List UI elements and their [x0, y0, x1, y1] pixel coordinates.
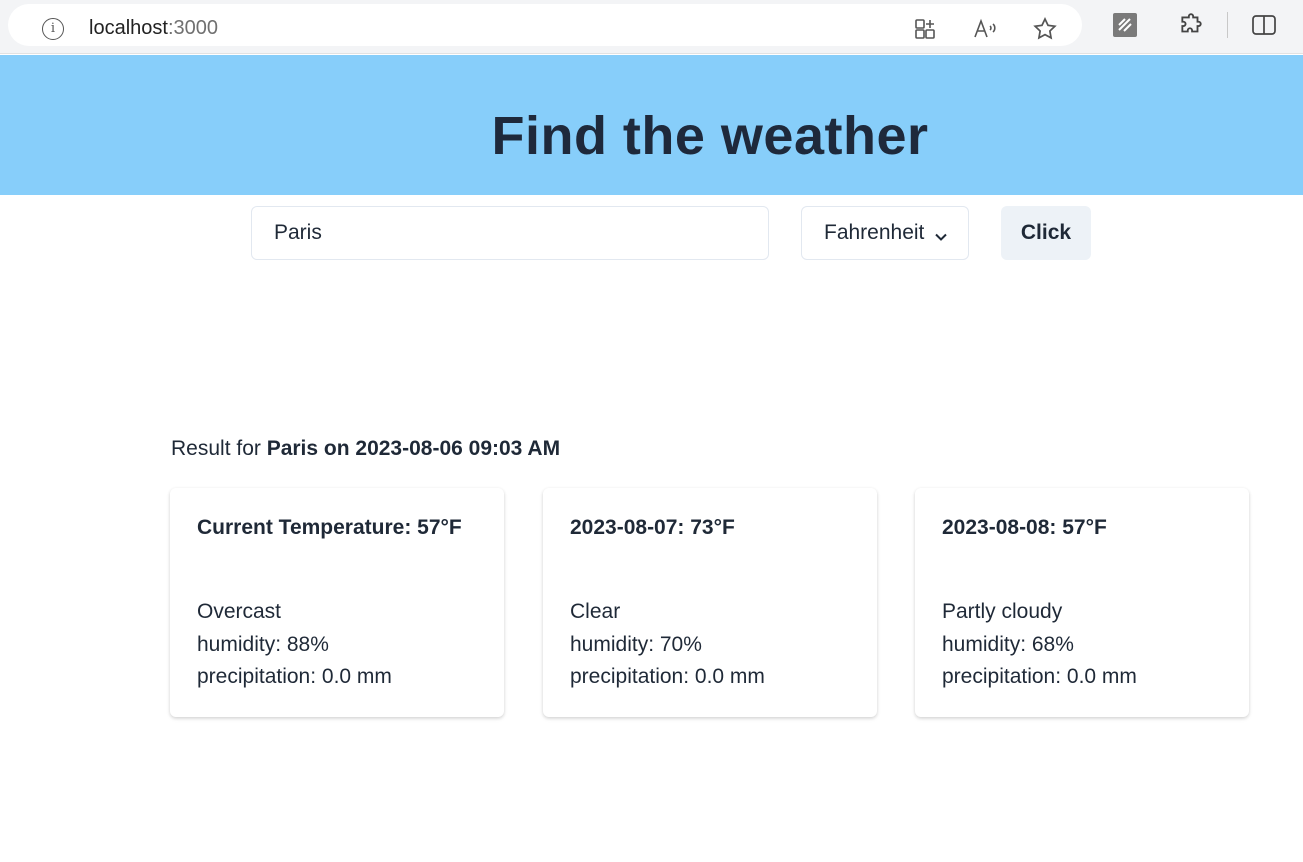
- result-heading: Result for Paris on 2023-08-06 09:03 AM: [171, 437, 561, 460]
- card-precipitation: precipitation: 0.0 mm: [197, 665, 392, 688]
- weather-card-day-2: 2023-08-08: 57°F Partly cloudy humidity:…: [915, 488, 1249, 717]
- card-humidity: humidity: 68%: [942, 632, 1074, 656]
- card-title: 2023-08-07: 73°F: [570, 516, 735, 539]
- card-condition: Overcast: [197, 600, 282, 623]
- url-text[interactable]: localhost:3000: [89, 17, 218, 40]
- city-input[interactable]: [251, 206, 769, 260]
- submit-button[interactable]: Click: [1001, 206, 1091, 260]
- card-humidity: humidity: 70%: [570, 632, 702, 656]
- add-tab-icon[interactable]: [912, 16, 938, 42]
- card-precipitation: precipitation: 0.0 mm: [942, 665, 1137, 688]
- card-precipitation: precipitation: 0.0 mm: [570, 665, 765, 688]
- extension-notes-icon[interactable]: [1112, 12, 1138, 38]
- card-title: Current Temperature: 57°F: [197, 516, 462, 539]
- unit-select-value: Fahrenheit: [824, 221, 925, 244]
- toolbar-divider: [1227, 12, 1228, 38]
- favorite-star-icon[interactable]: [1032, 16, 1058, 42]
- extensions-puzzle-icon[interactable]: [1178, 12, 1204, 38]
- card-condition: Clear: [570, 600, 621, 623]
- read-aloud-icon[interactable]: [972, 16, 998, 42]
- page-header: Find the weather: [0, 55, 1303, 195]
- weather-card-current: Current Temperature: 57°F Overcast humid…: [170, 488, 504, 717]
- card-condition: Partly cloudy: [942, 600, 1063, 623]
- browser-toolbar: i localhost:3000: [0, 0, 1303, 54]
- address-bar[interactable]: i localhost:3000: [8, 4, 1082, 46]
- chevron-down-icon: [934, 226, 948, 250]
- info-icon[interactable]: i: [42, 18, 64, 40]
- page-title: Find the weather: [491, 106, 929, 166]
- unit-select[interactable]: Fahrenheit: [801, 206, 969, 260]
- split-screen-icon[interactable]: [1251, 12, 1277, 38]
- card-title: 2023-08-08: 57°F: [942, 516, 1107, 539]
- card-humidity: humidity: 88%: [197, 632, 329, 656]
- weather-card-day-1: 2023-08-07: 73°F Clear humidity: 70% pre…: [543, 488, 877, 717]
